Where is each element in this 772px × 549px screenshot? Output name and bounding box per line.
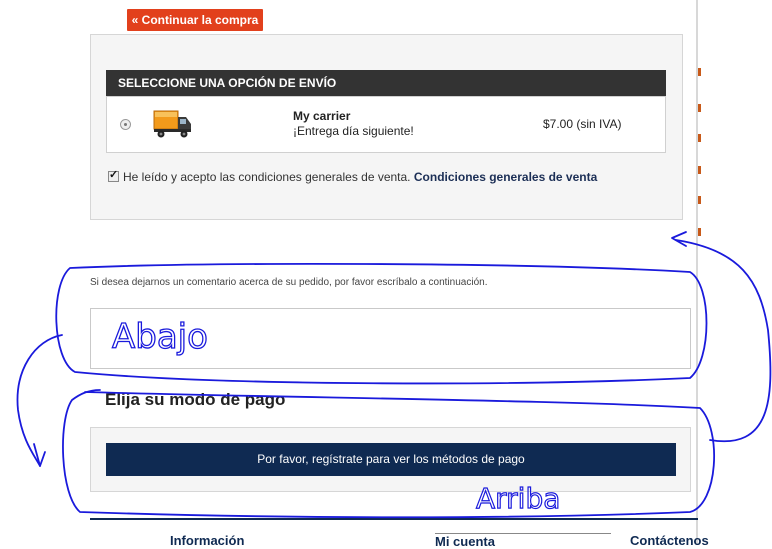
carrier-name: My carrier (293, 109, 351, 123)
footer-contact-link[interactable]: Contáctenos (630, 533, 709, 548)
comment-label: Si desea dejarnos un comentario acerca d… (90, 277, 488, 288)
carrier-price: $7.00 (sin IVA) (543, 117, 622, 131)
payment-title: Elija su modo de pago (105, 390, 286, 409)
terms-row: He leído y acepto las condiciones genera… (108, 168, 597, 184)
carrier-radio[interactable] (120, 119, 131, 130)
terms-text: He leído y acepto las condiciones genera… (123, 170, 411, 184)
annotation-arrow-down (16, 334, 63, 467)
carrier-option[interactable]: My carrier ¡Entrega día siguiente! $7.00… (106, 96, 666, 153)
footer-divider (90, 518, 698, 520)
payment-section: Por favor, regístrate para ver los métod… (90, 427, 691, 492)
shipping-header: SELECCIONE UNA OPCIÓN DE ENVÍO (106, 70, 666, 96)
shipping-section: SELECCIONE UNA OPCIÓN DE ENVÍO My carrie… (90, 34, 683, 220)
register-payment-button[interactable]: Por favor, regístrate para ver los métod… (106, 443, 676, 476)
terms-link[interactable]: Condiciones generales de venta (414, 170, 597, 184)
annotation-arrowhead-down (33, 443, 46, 467)
footer-info-link[interactable]: Información (170, 533, 244, 548)
truck-icon (153, 110, 191, 138)
footer-account-link[interactable]: Mi cuenta (435, 533, 611, 549)
comment-textarea[interactable] (90, 308, 691, 369)
terms-checkbox[interactable] (108, 168, 119, 182)
continue-shopping-button[interactable]: « Continuar la compra (127, 9, 263, 31)
side-markers (698, 0, 704, 545)
carrier-delay: ¡Entrega día siguiente! (293, 124, 414, 138)
annotation-arrowhead-up (671, 231, 687, 247)
